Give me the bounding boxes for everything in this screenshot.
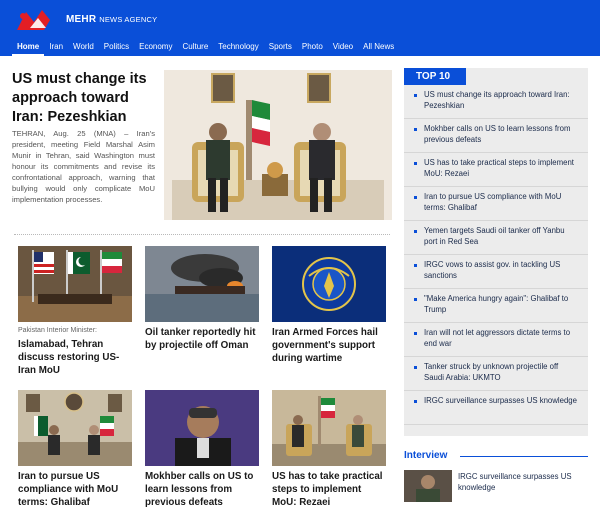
card-title[interactable]: US has to take practical steps to implem… bbox=[272, 470, 388, 509]
site-header: MEHR NEWS AGENCY Home Iran World Politic… bbox=[0, 0, 600, 56]
nav-photo[interactable]: Photo bbox=[297, 40, 328, 56]
section-divider bbox=[14, 234, 390, 235]
top10-item[interactable]: Iran to pursue US compliance with MoU te… bbox=[404, 187, 588, 221]
card-title[interactable]: Iran Armed Forces hail government's supp… bbox=[272, 326, 388, 365]
interview-thumbnail[interactable] bbox=[404, 470, 452, 502]
nav-sports[interactable]: Sports bbox=[264, 40, 297, 56]
news-card[interactable]: Mokhber calls on US to learn lessons fro… bbox=[145, 390, 261, 509]
brand-name[interactable]: MEHR NEWS AGENCY bbox=[66, 14, 157, 25]
card-title[interactable]: Iran to pursue US compliance with MoU te… bbox=[18, 470, 134, 509]
card-thumbnail[interactable] bbox=[145, 246, 259, 322]
nav-economy[interactable]: Economy bbox=[134, 40, 177, 56]
top10-item[interactable]: "Make America hungry again": Ghalibaf to… bbox=[404, 289, 588, 323]
top10-panel: TOP 10 US must change its approach towar… bbox=[404, 68, 588, 436]
top10-list: US must change its approach toward Iran:… bbox=[404, 85, 588, 425]
card-title[interactable]: Mokhber calls on US to learn lessons fro… bbox=[145, 470, 261, 509]
news-card[interactable]: Iran to pursue US compliance with MoU te… bbox=[18, 390, 134, 509]
nav-culture[interactable]: Culture bbox=[177, 40, 213, 56]
news-card[interactable]: US has to take practical steps to implem… bbox=[272, 390, 388, 509]
nav-home[interactable]: Home bbox=[12, 40, 45, 56]
card-kicker: Pakistan Interior Minister: bbox=[18, 327, 97, 334]
top10-item[interactable]: US has to take practical steps to implem… bbox=[404, 153, 588, 187]
card-thumbnail[interactable] bbox=[272, 390, 386, 466]
nav-technology[interactable]: Technology bbox=[213, 40, 263, 56]
card-thumbnail[interactable] bbox=[18, 246, 132, 322]
interview-heading[interactable]: Interview bbox=[404, 450, 447, 461]
nav-politics[interactable]: Politics bbox=[99, 40, 134, 56]
nav-iran[interactable]: Iran bbox=[44, 40, 68, 56]
main-nav: Home Iran World Politics Economy Culture… bbox=[12, 40, 399, 56]
hero-summary: TEHRAN, Aug. 25 (MNA) – Iran's president… bbox=[12, 129, 155, 204]
card-thumbnail[interactable] bbox=[18, 390, 132, 466]
interview-item[interactable]: IRGC surveillance surpasses US knowledge bbox=[404, 470, 588, 504]
top10-item[interactable]: Mokhber calls on US to learn lessons fro… bbox=[404, 119, 588, 153]
top10-item[interactable]: US must change its approach toward Iran:… bbox=[404, 85, 588, 119]
card-thumbnail[interactable] bbox=[272, 246, 386, 322]
top10-item[interactable]: IRGC surveillance surpasses US knowledge bbox=[404, 391, 588, 425]
card-title[interactable]: Oil tanker reportedly hit by projectile … bbox=[145, 326, 261, 352]
nav-world[interactable]: World bbox=[68, 40, 99, 56]
hero-headline[interactable]: US must change its approach toward Iran:… bbox=[12, 70, 157, 127]
top10-heading-bar bbox=[466, 68, 588, 85]
hero-photo[interactable] bbox=[164, 70, 392, 220]
interview-title[interactable]: IRGC surveillance surpasses US knowledge bbox=[458, 472, 588, 493]
nav-video[interactable]: Video bbox=[328, 40, 358, 56]
top10-item[interactable]: Tanker struck by unknown projectile off … bbox=[404, 357, 588, 391]
news-card[interactable]: Oil tanker reportedly hit by projectile … bbox=[145, 246, 261, 352]
mehr-logo-icon[interactable] bbox=[14, 6, 60, 34]
top10-item[interactable]: Iran will not let aggressors dictate ter… bbox=[404, 323, 588, 357]
top10-item[interactable]: IRGC vows to assist gov. in tackling US … bbox=[404, 255, 588, 289]
card-title[interactable]: Islamabad, Tehran discuss restoring US-I… bbox=[18, 338, 134, 377]
news-card[interactable]: Pakistan Interior Minister: Islamabad, T… bbox=[18, 246, 134, 377]
nav-all-news[interactable]: All News bbox=[358, 40, 399, 56]
top10-heading: TOP 10 bbox=[404, 68, 466, 85]
news-card[interactable]: Iran Armed Forces hail government's supp… bbox=[272, 246, 388, 365]
card-thumbnail[interactable] bbox=[145, 390, 259, 466]
top10-item[interactable]: Yemen targets Saudi oil tanker off Yanbu… bbox=[404, 221, 588, 255]
interview-rule bbox=[460, 456, 588, 457]
